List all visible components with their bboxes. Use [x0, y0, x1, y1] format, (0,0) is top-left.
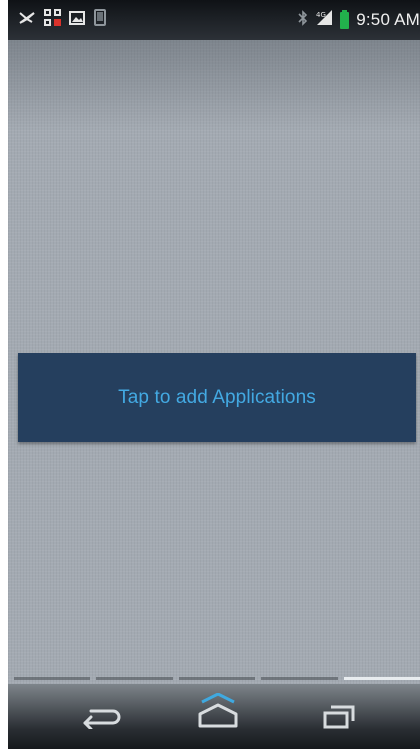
recent-apps-icon [321, 704, 357, 735]
qr-code-icon [44, 9, 61, 31]
battery-icon [340, 9, 350, 29]
back-icon [81, 705, 121, 734]
image-icon [69, 10, 85, 30]
status-bar: 4G 9:50 AM [8, 0, 420, 40]
signal-4g-icon: 4G [315, 9, 333, 31]
page-indicator-3 [178, 677, 256, 680]
clock-time: 9:50 AM [356, 10, 420, 29]
navigation-bar [8, 684, 420, 749]
home-icon [194, 692, 242, 738]
system-status: 4G 9:50 AM [298, 9, 420, 31]
page-indicator-4 [261, 677, 338, 680]
notification-muted-icon [18, 10, 36, 31]
bluetooth-icon [298, 9, 308, 31]
add-applications-label: Tap to add Applications [118, 386, 316, 408]
home-screen: 4G 9:50 AM Tap to add Applications [8, 0, 420, 749]
back-button[interactable] [71, 702, 131, 736]
recent-apps-button[interactable] [309, 702, 369, 736]
home-button[interactable] [188, 692, 248, 738]
page-indicator [14, 677, 420, 681]
svg-text:4G: 4G [316, 11, 326, 19]
notification-icons [18, 9, 107, 31]
page-indicator-1 [14, 677, 91, 680]
add-applications-button[interactable]: Tap to add Applications [18, 353, 416, 442]
page-indicator-5 [343, 677, 420, 680]
page-indicator-2 [96, 677, 173, 680]
tablet-icon [93, 9, 107, 31]
